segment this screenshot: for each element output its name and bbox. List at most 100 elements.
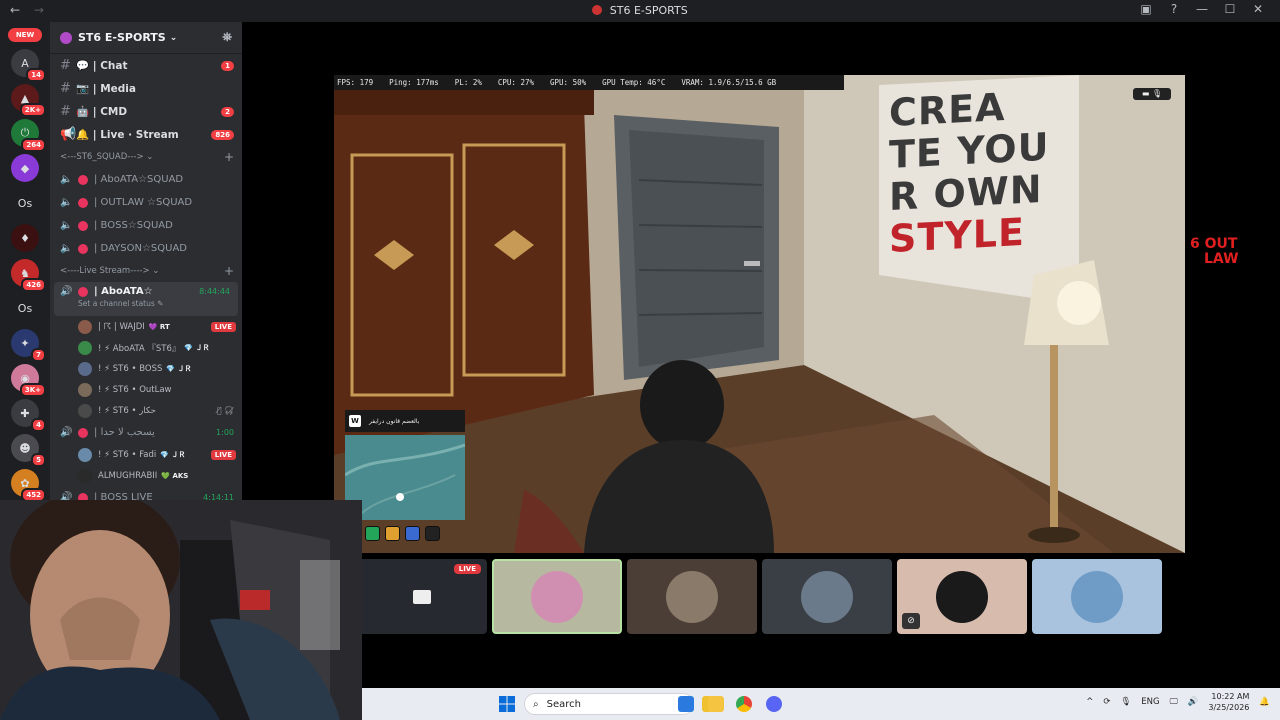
user-tag: 💜 RT xyxy=(148,322,170,331)
server-icon[interactable]: ☻ 5 xyxy=(11,434,46,467)
voice-user[interactable]: ! ⚡ ST6 • OutLaw xyxy=(50,379,242,400)
webcam-overlay xyxy=(0,500,362,720)
new-badge[interactable]: NEW xyxy=(8,28,42,42)
discord-icon[interactable] xyxy=(766,696,782,712)
speaker-icon: 🔈 xyxy=(60,197,73,208)
chrome-icon[interactable] xyxy=(736,696,752,712)
window-control-1-icon[interactable]: ? xyxy=(1160,2,1188,16)
text-channel[interactable]: # 🤖 | CMD 2 xyxy=(50,100,242,123)
mention-badge: 3K+ xyxy=(19,383,46,397)
window-control-2-icon[interactable]: — xyxy=(1188,2,1216,16)
mention-badge: 2K+ xyxy=(19,103,46,117)
clock[interactable]: 10:22 AM 3/25/2026 xyxy=(1208,691,1249,713)
logo-line: 6 OUT xyxy=(1190,236,1238,252)
channel-label: 🔔 | Live · Stream xyxy=(76,129,179,141)
user-name: ALMUGHRABII xyxy=(98,470,158,481)
language-indicator[interactable]: ENG xyxy=(1141,697,1159,707)
avatar xyxy=(531,570,583,623)
window-control-4-icon[interactable]: ✕ xyxy=(1244,2,1272,16)
clock-date: 3/25/2026 xyxy=(1208,703,1250,712)
voice-user[interactable]: | ☈ | WAJDI 💜 RT LIVE xyxy=(50,316,242,337)
invite-people-icon[interactable]: ⛯ xyxy=(222,30,232,45)
voice-user[interactable]: ! ⚡ ST6 • حكار 🎙̸ 🎧̸ xyxy=(50,400,242,421)
server-icon[interactable]: ◆ xyxy=(11,154,39,182)
channel-hash-icon: # xyxy=(60,104,71,119)
participant-tile[interactable]: ⊘ xyxy=(897,559,1027,634)
voice-channel[interactable]: 🔊 | يسحب لا حدا 1:00 xyxy=(50,421,242,444)
windows-start-icon[interactable] xyxy=(499,696,515,712)
server-icon[interactable]: ◉ 3K+ xyxy=(11,364,46,397)
server-icon[interactable]: ✚ 4 xyxy=(11,399,46,432)
server-header[interactable]: ST6 E-SPORTS ⌄ ⛯ xyxy=(50,22,242,54)
server-glyph: ☻ xyxy=(19,441,31,455)
windows-taskbar: ⌕ Search ^ ⟳ 🎙 ENG 🖵 🔊 10:22 AM 3/25/202… xyxy=(362,688,1280,720)
unread-count: 826 xyxy=(211,129,234,140)
minimap: W بالعضم قانون درايفر xyxy=(344,410,466,521)
participant-tile[interactable] xyxy=(627,559,757,634)
voice-user[interactable]: ! ⚡ ST6 • Fadi 💎 ＪＲ LIVE xyxy=(50,444,242,465)
avatar xyxy=(936,570,988,623)
window-control-3-icon[interactable]: ☐ xyxy=(1216,2,1244,16)
tray-caret-icon[interactable]: ^ xyxy=(1086,697,1093,707)
voice-channel-label: | OUTLAW ☆SQUAD xyxy=(94,197,193,208)
search-placeholder: Search xyxy=(546,698,581,710)
store-icon[interactable] xyxy=(678,696,694,712)
text-channel[interactable]: # 💬 | Chat 1 xyxy=(50,54,242,77)
category-squad[interactable]: <---ST6_SQUAD---> ⌄ + xyxy=(50,146,242,168)
voice-channel[interactable]: 🔈 | OUTLAW ☆SQUAD xyxy=(50,191,242,214)
channel-hash-icon: # xyxy=(60,58,71,73)
voice-user[interactable]: ALMUGHRABII 💚 AKS xyxy=(50,465,242,486)
voice-channel[interactable]: 🔈 | DAYSON☆SQUAD xyxy=(50,237,242,260)
text-channel[interactable]: 📢 🔔 | Live · Stream 826 xyxy=(50,123,242,146)
channel-dot-icon xyxy=(78,427,88,438)
voice-channel[interactable]: 🔈 | AboATA☆SQUAD xyxy=(50,168,242,191)
window-control-0-icon[interactable]: ▣ xyxy=(1132,2,1160,16)
stream-overlay-icon[interactable]: ▬ 🎙 xyxy=(1133,88,1171,100)
voice-channel-label: | يسحب لا حدا xyxy=(94,427,155,438)
server-icon[interactable]: Os xyxy=(11,294,39,322)
notification-icon[interactable]: 🔔 xyxy=(1259,697,1270,707)
server-name: ST6 E-SPORTS xyxy=(78,31,166,44)
server-icon[interactable]: A 14 xyxy=(11,49,46,82)
channel-dot-icon xyxy=(78,286,88,297)
speaker-icon: 🔈 xyxy=(60,243,73,254)
network-icon[interactable]: 🖵 xyxy=(1170,697,1178,707)
muted-deafened-icon: 🎙̸ 🎧̸ xyxy=(216,406,234,415)
text-channel[interactable]: # 📷 | Media xyxy=(50,77,242,100)
sync-icon[interactable]: ⟳ xyxy=(1103,697,1110,707)
unread-count: 1 xyxy=(221,60,234,71)
participant-tile[interactable] xyxy=(492,559,622,634)
voice-user[interactable]: ! ⚡ ST6 • BOSS 💎 ＪＲ xyxy=(50,358,242,379)
hud-stat: CPU: 27% xyxy=(497,78,535,87)
participant-tile[interactable] xyxy=(1032,559,1162,634)
live-badge: LIVE xyxy=(210,321,236,332)
voice-channel-active[interactable]: 🔊 | AboATA☆ 8:44:44 Set a channel status… xyxy=(54,282,238,316)
channel-dot-icon xyxy=(78,197,88,208)
server-icon[interactable]: ✿ 452 xyxy=(11,469,46,502)
server-icon[interactable]: ⏻ 264 xyxy=(11,119,46,152)
server-icon[interactable]: ▲ 2K+ xyxy=(11,84,46,117)
server-icon[interactable]: Os xyxy=(11,189,39,217)
server-glyph: Os xyxy=(17,301,33,315)
server-icon[interactable]: ✦ 7 xyxy=(11,329,46,362)
category-live-stream[interactable]: <----Live Stream----> ⌄ + xyxy=(50,260,242,282)
channel-status[interactable]: Set a channel status ✎ xyxy=(78,299,230,308)
participant-tile[interactable]: LIVE xyxy=(357,559,487,634)
taskbar-search[interactable]: ⌕ Search xyxy=(524,693,694,715)
server-icon[interactable]: ♦ xyxy=(11,224,39,252)
add-channel-icon[interactable]: + xyxy=(224,264,234,278)
logo-line: LAW xyxy=(1204,251,1239,267)
mic-icon[interactable]: 🎙 xyxy=(1120,697,1131,707)
voice-channel[interactable]: 🔈 | BOSS☆SQUAD xyxy=(50,214,242,237)
server-icon[interactable]: ♞ 426 xyxy=(11,259,46,292)
minimap-roads xyxy=(344,443,466,521)
file-explorer-icon[interactable] xyxy=(708,696,724,712)
channel-hash-icon: # xyxy=(60,81,71,96)
volume-icon[interactable]: 🔊 xyxy=(1188,697,1199,707)
add-channel-icon[interactable]: + xyxy=(224,150,234,164)
voice-user[interactable]: ! ⚡ AboATA 『ST6』 💎 ＪＲ xyxy=(50,337,242,358)
participant-tile[interactable] xyxy=(762,559,892,634)
mention-badge: 4 xyxy=(31,418,46,432)
voice-channel-label: | BOSS☆SQUAD xyxy=(94,220,173,231)
window-title-text: ST6 E-SPORTS xyxy=(609,4,688,17)
